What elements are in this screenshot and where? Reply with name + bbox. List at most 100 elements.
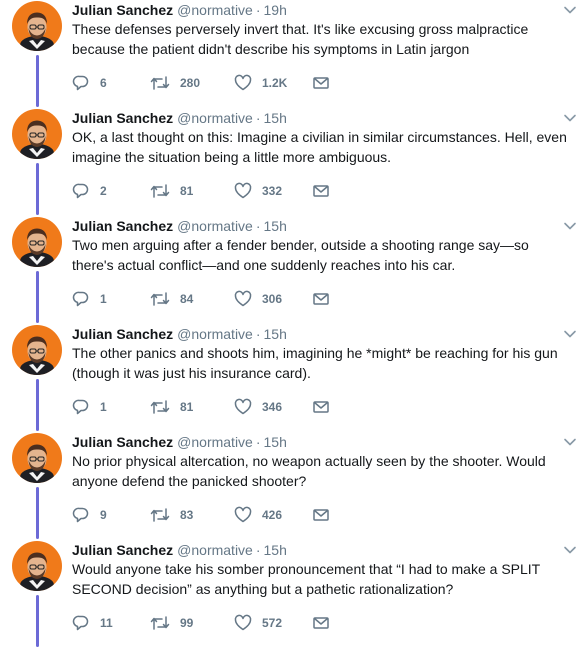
chevron-down-icon[interactable] xyxy=(563,543,577,557)
tweet-timestamp[interactable]: 15h xyxy=(264,110,287,126)
author-handle[interactable]: @normative xyxy=(177,542,253,558)
chevron-down-icon[interactable] xyxy=(563,111,577,125)
avatar[interactable] xyxy=(12,217,62,267)
tweet-header: Julian Sanchez @normative · 15h xyxy=(72,433,287,451)
tweet-thread: Julian Sanchez @normative · 19h These defen… xyxy=(0,0,584,647)
tweet: Julian Sanchez @normative · 15h Two men arg… xyxy=(0,215,584,323)
like-count: 572 xyxy=(262,616,283,630)
heart-icon xyxy=(234,290,252,308)
retweet-button[interactable]: 83 xyxy=(150,505,193,525)
reply-icon xyxy=(72,398,90,416)
retweet-button[interactable]: 81 xyxy=(150,181,193,201)
like-count: 306 xyxy=(262,292,283,306)
tweet-header: Julian Sanchez @normative · 15h xyxy=(72,109,287,127)
reply-icon xyxy=(72,290,90,308)
reply-count: 1 xyxy=(100,292,107,306)
separator-dot: · xyxy=(255,326,261,342)
avatar[interactable] xyxy=(12,541,62,591)
reply-button[interactable]: 6 xyxy=(72,73,107,93)
reply-icon xyxy=(72,506,90,524)
like-button[interactable]: 332 xyxy=(234,181,282,201)
tweet: Julian Sanchez @normative · 15h No prior ph… xyxy=(0,431,584,539)
retweet-button[interactable]: 84 xyxy=(150,289,193,309)
like-button[interactable]: 1.2K xyxy=(234,73,287,93)
envelope-icon xyxy=(312,74,330,92)
reply-icon xyxy=(72,74,90,92)
author-name[interactable]: Julian Sanchez xyxy=(72,2,173,18)
like-button[interactable]: 426 xyxy=(234,505,282,525)
retweet-count: 81 xyxy=(180,400,194,414)
tweet-timestamp[interactable]: 15h xyxy=(264,326,287,342)
thread-connector-line xyxy=(36,595,39,647)
direct-message-button[interactable] xyxy=(312,505,330,525)
reply-count: 6 xyxy=(100,76,107,90)
retweet-button[interactable]: 99 xyxy=(150,613,193,633)
thread-connector-line xyxy=(36,55,39,107)
chevron-down-icon[interactable] xyxy=(563,435,577,449)
chevron-down-icon[interactable] xyxy=(563,327,577,341)
like-count: 426 xyxy=(262,508,283,522)
tweet-text: Would anyone take his somber pronounceme… xyxy=(72,561,541,597)
chevron-down-icon[interactable] xyxy=(563,3,577,17)
tweet-text: These defenses perversely invert that. I… xyxy=(72,21,529,57)
tweet-timestamp[interactable]: 19h xyxy=(264,2,287,18)
reply-count: 9 xyxy=(100,508,107,522)
reply-button[interactable]: 2 xyxy=(72,181,107,201)
reply-button[interactable]: 1 xyxy=(72,289,107,309)
author-handle[interactable]: @normative xyxy=(177,218,253,234)
thread-connector-line xyxy=(36,379,39,431)
reply-icon xyxy=(72,614,90,632)
like-count: 1.2K xyxy=(262,76,288,90)
reply-button[interactable]: 11 xyxy=(72,613,113,633)
author-handle[interactable]: @normative xyxy=(177,2,253,18)
author-handle[interactable]: @normative xyxy=(177,434,253,450)
reply-count: 11 xyxy=(100,616,113,630)
retweet-button[interactable]: 81 xyxy=(150,397,193,417)
author-name[interactable]: Julian Sanchez xyxy=(72,542,173,558)
tweet-timestamp[interactable]: 15h xyxy=(264,542,287,558)
author-name[interactable]: Julian Sanchez xyxy=(72,434,173,450)
direct-message-button[interactable] xyxy=(312,181,330,201)
thread-connector-line xyxy=(36,163,39,215)
envelope-icon xyxy=(312,614,330,632)
reply-count: 2 xyxy=(100,184,107,198)
tweet-text: OK, a last thought on this: Imagine a ci… xyxy=(72,129,567,165)
tweet-text: The other panics and shoots him, imagini… xyxy=(72,345,558,381)
like-button[interactable]: 306 xyxy=(234,289,282,309)
author-name[interactable]: Julian Sanchez xyxy=(72,326,173,342)
reply-button[interactable]: 9 xyxy=(72,505,107,525)
thread-connector-line xyxy=(36,271,39,323)
author-handle[interactable]: @normative xyxy=(177,110,253,126)
avatar[interactable] xyxy=(12,325,62,375)
avatar[interactable] xyxy=(12,433,62,483)
retweet-count: 280 xyxy=(180,76,201,90)
separator-dot: · xyxy=(255,110,261,126)
tweet-timestamp[interactable]: 15h xyxy=(264,218,287,234)
author-name[interactable]: Julian Sanchez xyxy=(72,110,173,126)
heart-icon xyxy=(234,398,252,416)
direct-message-button[interactable] xyxy=(312,613,330,633)
avatar[interactable] xyxy=(12,109,62,159)
tweet: Julian Sanchez @normative · 15h The other p… xyxy=(0,323,584,431)
heart-icon xyxy=(234,74,252,92)
avatar[interactable] xyxy=(12,1,62,51)
like-button[interactable]: 572 xyxy=(234,613,282,633)
reply-button[interactable]: 1 xyxy=(72,397,107,417)
chevron-down-icon[interactable] xyxy=(563,219,577,233)
tweet: Julian Sanchez @normative · 15h OK, a last … xyxy=(0,107,584,215)
tweet-timestamp[interactable]: 15h xyxy=(264,434,287,450)
like-count: 346 xyxy=(262,400,283,414)
like-button[interactable]: 346 xyxy=(234,397,282,417)
direct-message-button[interactable] xyxy=(312,289,330,309)
reply-icon xyxy=(72,182,90,200)
envelope-icon xyxy=(312,290,330,308)
author-handle[interactable]: @normative xyxy=(177,326,253,342)
direct-message-button[interactable] xyxy=(312,73,330,93)
retweet-count: 99 xyxy=(180,616,194,630)
direct-message-button[interactable] xyxy=(312,397,330,417)
retweet-button[interactable]: 280 xyxy=(150,73,200,93)
separator-dot: · xyxy=(255,542,261,558)
retweet-icon xyxy=(150,182,170,200)
author-name[interactable]: Julian Sanchez xyxy=(72,218,173,234)
retweet-count: 83 xyxy=(180,508,194,522)
